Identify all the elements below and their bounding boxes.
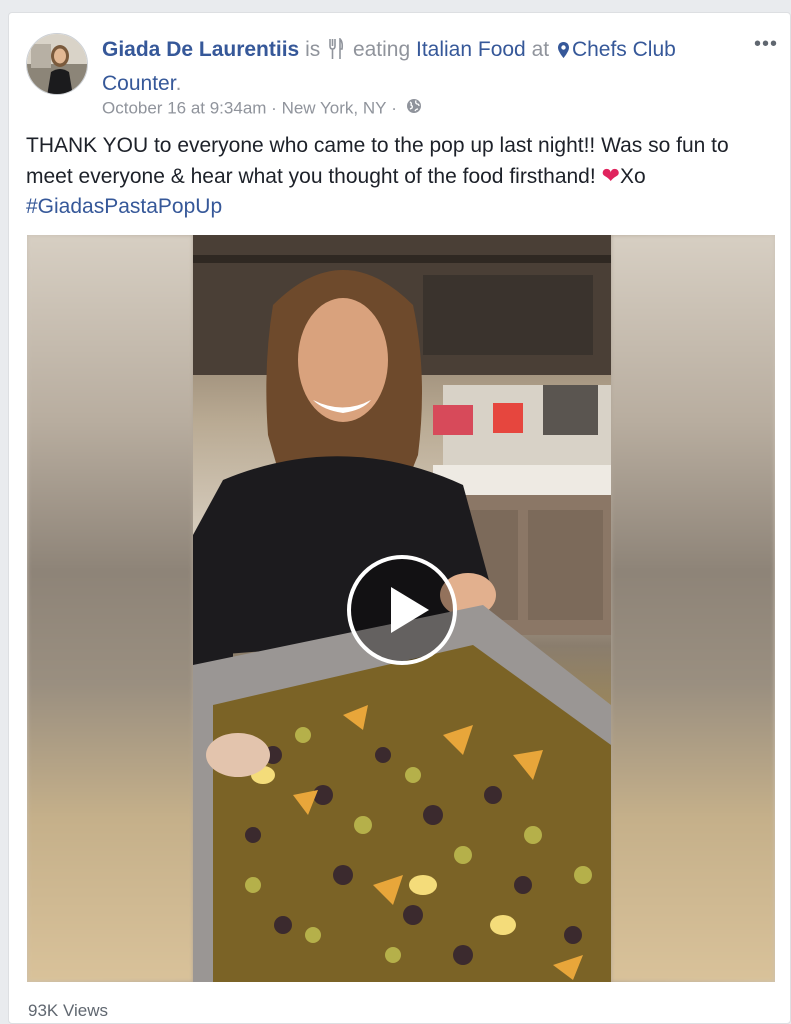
post-meta: October 16 at 9:34am · New York, NY · (102, 96, 422, 121)
meta-separator-2: · (391, 98, 397, 118)
video-blur-right (611, 235, 775, 982)
timestamp[interactable]: October 16 at 9:34am (102, 99, 266, 118)
sign-off: Xo (619, 165, 646, 188)
author-name[interactable]: Giada De Laurentiis (102, 38, 299, 61)
heart-emoji: ❤ (601, 163, 620, 188)
more-options-button[interactable]: ••• (754, 33, 778, 56)
play-icon (391, 587, 429, 633)
post-header: Giada De Laurentiis is eating Italian Fo… (102, 35, 742, 99)
activity-object[interactable]: Italian Food (416, 38, 526, 61)
play-button[interactable] (347, 555, 457, 665)
profile-photo (27, 34, 87, 94)
video-player[interactable] (27, 235, 775, 982)
header-period: . (175, 72, 182, 95)
hashtag-link[interactable]: #GiadasPastaPopUp (26, 195, 222, 218)
at-text: at (531, 38, 550, 61)
meta-separator: · (271, 98, 277, 118)
post-body: THANK YOU to everyone who came to the po… (26, 131, 771, 222)
is-text: is (305, 38, 321, 61)
activity-verb: eating (352, 38, 411, 61)
post-card: Giada De Laurentiis is eating Italian Fo… (8, 12, 791, 1024)
view-count: 93K Views (28, 1001, 109, 1020)
fork-knife-icon (328, 37, 344, 69)
video-blur-left (27, 235, 193, 982)
globe-icon[interactable] (406, 97, 422, 121)
map-pin-icon (557, 38, 570, 68)
location: New York, NY (281, 98, 387, 118)
avatar[interactable] (26, 33, 88, 95)
